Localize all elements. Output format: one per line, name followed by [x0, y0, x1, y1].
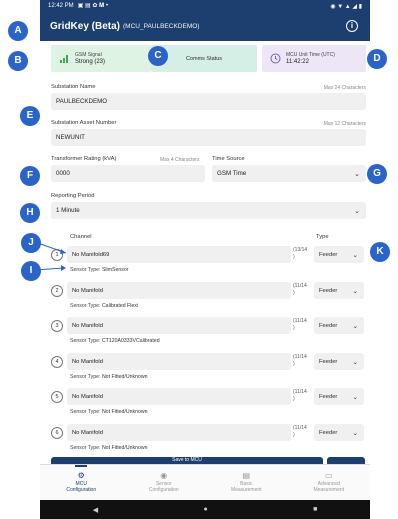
marker-f: F: [20, 166, 40, 186]
marker-j: J: [21, 233, 41, 253]
page: 12:42 PM ▣ ▤ ✿ 𝐌 • ◉ ▼ ▲ ◢ ▮ GridKey (Be…: [0, 0, 398, 519]
marker-i: I: [21, 261, 41, 281]
marker-g: G: [367, 164, 387, 184]
marker-a: A: [8, 21, 28, 41]
marker-d: D: [367, 49, 387, 69]
marker-k: K: [370, 242, 390, 262]
marker-c: C: [148, 46, 168, 66]
annotation-arrows: [34, 241, 67, 271]
marker-b: B: [8, 51, 28, 71]
marker-h: H: [20, 203, 40, 223]
marker-e: E: [20, 106, 40, 126]
